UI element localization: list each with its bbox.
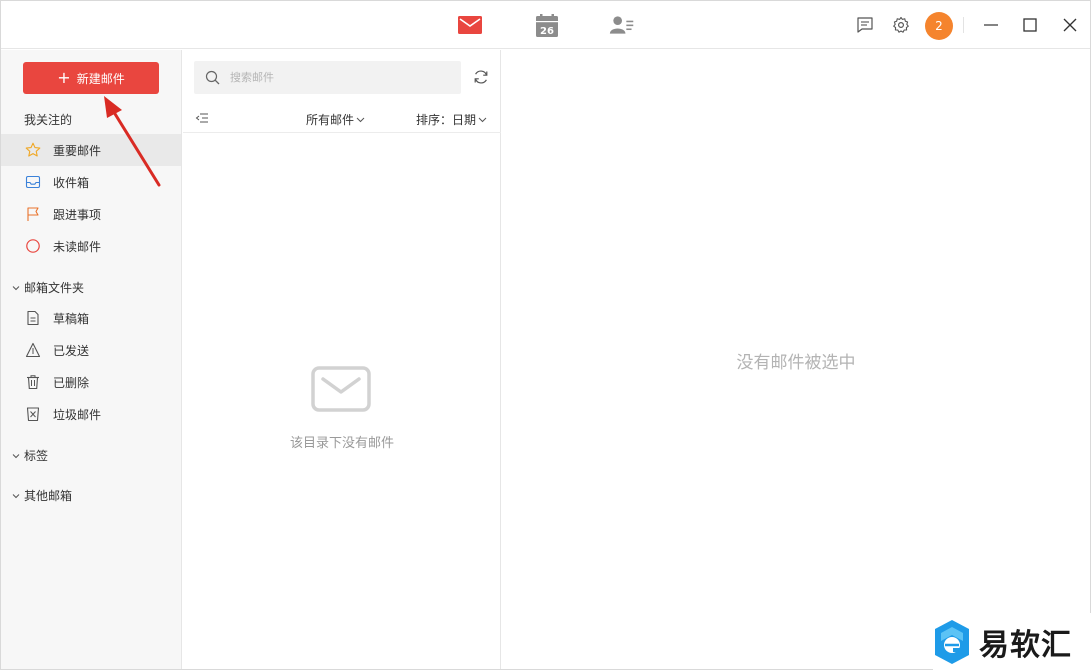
- calendar-nav-icon[interactable]: 26: [534, 13, 560, 39]
- mail-list-pane: 所有邮件 排序：日期 该目录下没有邮件: [183, 50, 501, 669]
- collapse-sidebar-icon[interactable]: [195, 111, 209, 125]
- other-mailboxes-title: 其他邮箱: [24, 489, 73, 503]
- empty-mailbox-icon: [311, 366, 371, 412]
- new-mail-button[interactable]: + 新建邮件: [23, 62, 159, 94]
- sidebar-item-inbox[interactable]: 收件箱: [1, 166, 181, 198]
- calendar-day: 26: [540, 26, 554, 37]
- avatar-badge-count: 2: [935, 19, 943, 33]
- sidebar-item-label: 草稿箱: [53, 311, 90, 326]
- minimize-icon[interactable]: [979, 13, 1003, 37]
- sidebar-item-important[interactable]: 重要邮件: [1, 134, 181, 166]
- chevron-down-icon: [356, 117, 365, 123]
- tags-group-toggle[interactable]: 标签: [12, 447, 48, 464]
- contacts-nav-icon[interactable]: [609, 12, 635, 38]
- message-icon[interactable]: [856, 16, 874, 34]
- sidebar-item-deleted[interactable]: 已删除: [1, 366, 181, 398]
- sort-dropdown[interactable]: 排序：日期: [416, 111, 487, 128]
- sent-icon: [25, 342, 41, 358]
- chevron-down-icon: [12, 453, 20, 458]
- sidebar: + 新建邮件 我关注的 重要邮件 收件箱 跟进事项 未读邮件 邮箱文件夹 草稿箱…: [1, 50, 182, 669]
- sidebar-item-label: 已删除: [53, 375, 90, 390]
- toolbar-divider: [963, 17, 964, 33]
- search-input[interactable]: [230, 61, 455, 94]
- unread-circle-icon: [26, 239, 40, 253]
- title-bar: 26 2: [1, 1, 1090, 49]
- sidebar-item-label: 已发送: [53, 343, 90, 358]
- watermark-logo: 易软汇: [933, 613, 1091, 670]
- mail-app-window: 26 2 + 新建邮件 我关注的 重要邮件 收件箱 跟进事项 未读邮件 邮箱文件…: [0, 0, 1091, 670]
- sidebar-item-drafts[interactable]: 草稿箱: [1, 302, 181, 334]
- plus-icon: +: [57, 68, 71, 87]
- watermark-e-logo-icon: [935, 619, 969, 664]
- no-selection-message: 没有邮件被选中: [736, 353, 856, 373]
- close-icon[interactable]: [1058, 13, 1082, 37]
- mail-nav-icon[interactable]: [457, 12, 483, 38]
- tags-group-title: 标签: [24, 449, 49, 463]
- watermark-text: 易软汇: [979, 627, 1072, 663]
- search-box[interactable]: [194, 61, 461, 94]
- maximize-icon[interactable]: [1018, 13, 1042, 37]
- refresh-icon[interactable]: [473, 69, 489, 85]
- draft-icon: [27, 310, 39, 326]
- list-filter-bar: 所有邮件 排序：日期: [183, 105, 501, 133]
- sort-label: 排序：日期: [415, 113, 476, 127]
- sidebar-item-label: 未读邮件: [53, 239, 102, 254]
- sidebar-item-label: 垃圾邮件: [53, 407, 102, 422]
- sidebar-item-follow-up[interactable]: 跟进事项: [1, 198, 181, 230]
- sidebar-item-label: 跟进事项: [53, 207, 102, 222]
- sidebar-item-label: 重要邮件: [53, 143, 102, 158]
- folders-group-toggle[interactable]: 邮箱文件夹: [12, 279, 84, 296]
- star-icon: [25, 142, 41, 157]
- favorites-section-title: 我关注的: [24, 113, 73, 127]
- chevron-down-icon: [12, 285, 20, 290]
- sidebar-item-spam[interactable]: 垃圾邮件: [1, 398, 181, 430]
- sidebar-item-unread[interactable]: 未读邮件: [1, 230, 181, 262]
- spam-icon: [26, 407, 40, 422]
- gear-icon[interactable]: [892, 16, 910, 34]
- mail-detail-pane: 没有邮件被选中: [502, 50, 1090, 669]
- other-mailboxes-toggle[interactable]: 其他邮箱: [12, 487, 72, 504]
- folders-group-title: 邮箱文件夹: [24, 281, 85, 295]
- trash-icon: [27, 375, 39, 390]
- sidebar-item-sent[interactable]: 已发送: [1, 334, 181, 366]
- chevron-down-icon: [12, 493, 20, 498]
- flag-icon: [27, 207, 39, 221]
- sidebar-item-label: 收件箱: [53, 175, 90, 190]
- avatar[interactable]: 2: [925, 12, 953, 40]
- chevron-down-icon: [478, 117, 487, 123]
- mail-filter-label: 所有邮件: [306, 113, 355, 127]
- empty-list-message: 该目录下没有邮件: [289, 436, 394, 451]
- search-icon: [205, 70, 220, 85]
- mail-filter-dropdown[interactable]: 所有邮件: [306, 111, 365, 128]
- new-mail-label: 新建邮件: [76, 71, 125, 86]
- inbox-icon: [25, 175, 41, 189]
